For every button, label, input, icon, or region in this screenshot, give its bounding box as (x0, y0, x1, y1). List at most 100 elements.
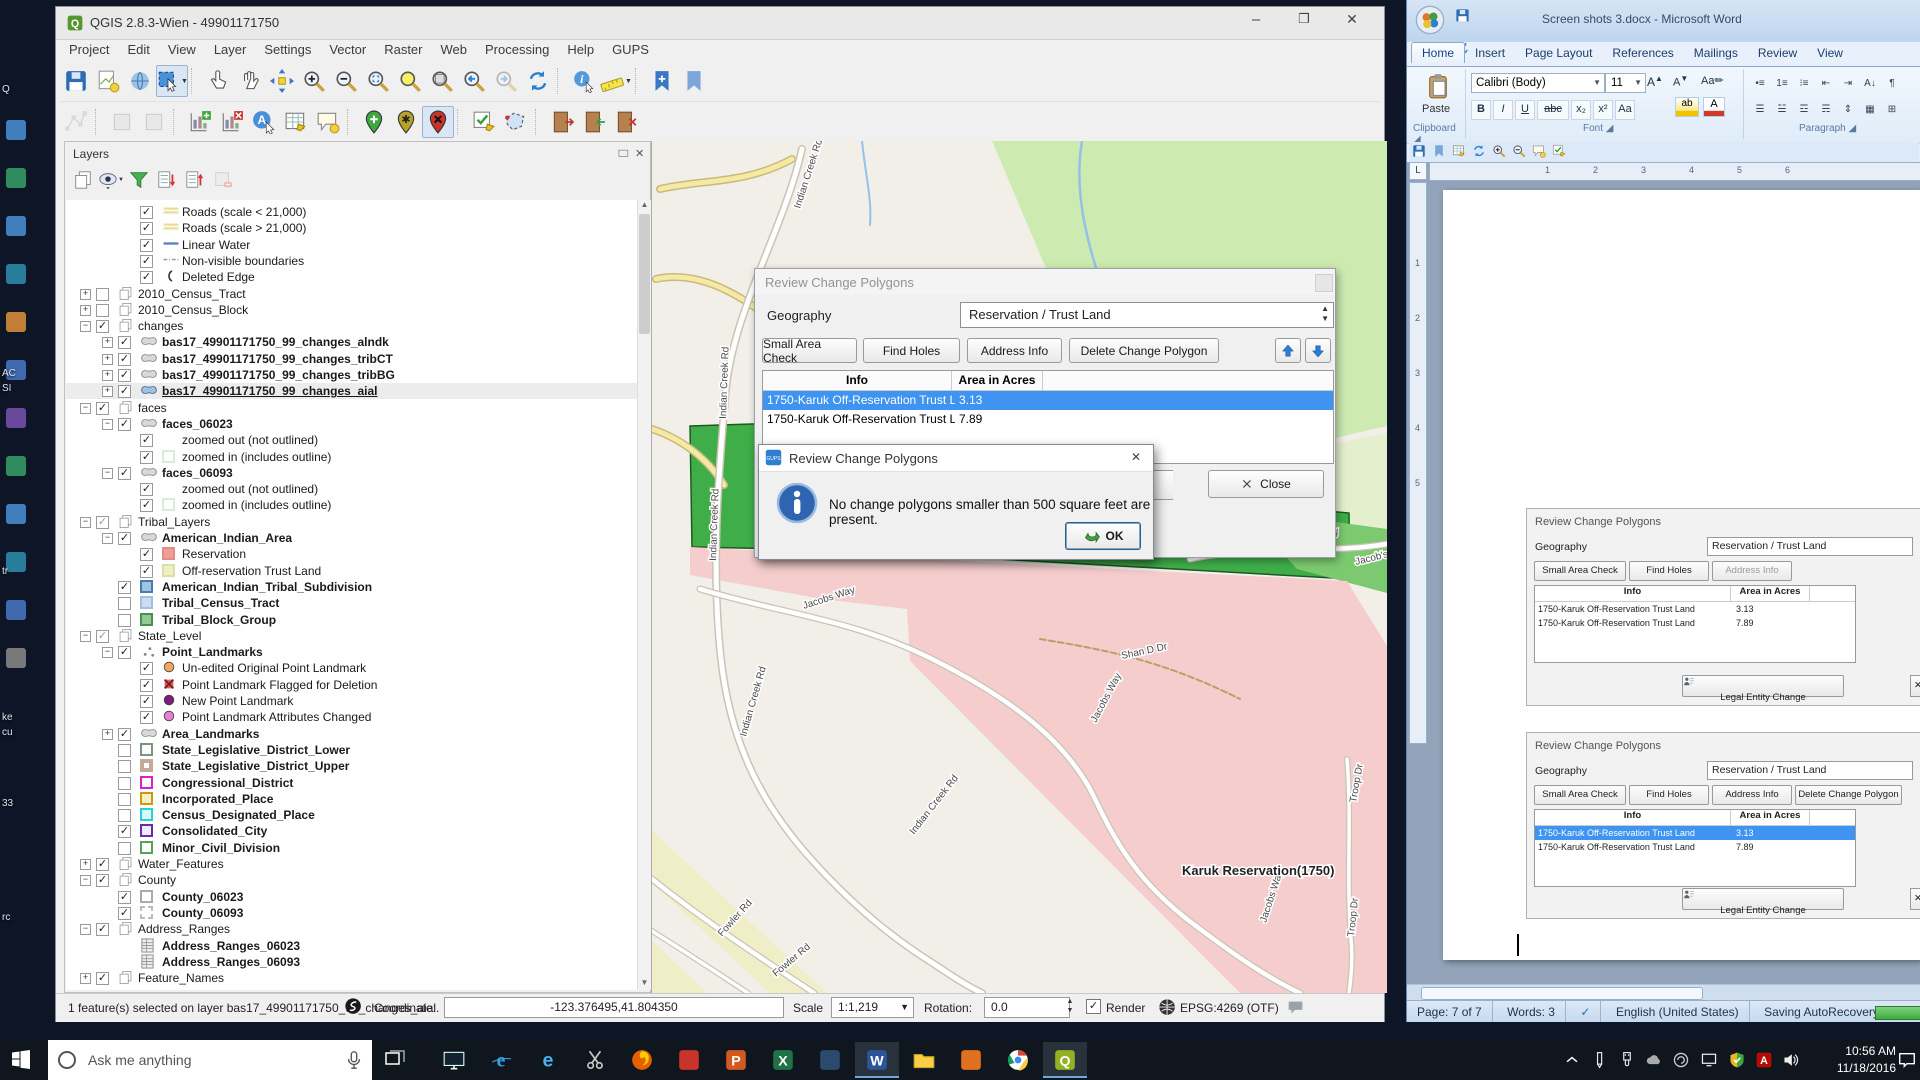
layer-label[interactable]: changes (138, 319, 183, 333)
taskbar-app-app-dark[interactable] (808, 1042, 852, 1078)
scale-select[interactable]: 1:1,219▼ (831, 997, 914, 1018)
layer-visibility-checkbox[interactable]: ✓ (140, 499, 153, 512)
dropdown-caret-icon[interactable]: ▼ (118, 177, 124, 183)
dropdown-caret-icon[interactable]: ▼ (181, 78, 188, 85)
geography-select[interactable]: Reservation / Trust Land ▲▼ (960, 302, 1334, 328)
layer-visibility-checkbox[interactable] (118, 809, 131, 822)
layer-visibility-checkbox[interactable]: ✓ (118, 581, 131, 594)
taskbar-clock[interactable]: 10:56 AM 11/18/2016 (1818, 1043, 1896, 1077)
find-holes-button[interactable]: Find Holes (863, 338, 960, 363)
bookmark-show-button[interactable] (678, 65, 710, 97)
font-format-5-button[interactable]: x² (1593, 100, 1613, 120)
layer-visibility-checkbox[interactable]: ✓ (140, 271, 153, 284)
layer-label[interactable]: Point Landmark Attributes Changed (182, 710, 371, 724)
paragraph-tool-3-button[interactable]: ⇤ (1815, 74, 1837, 94)
layer-row[interactable]: Census_Designated_Place (66, 807, 637, 823)
shrink-font-button[interactable]: A▼ (1673, 74, 1688, 89)
layer-label[interactable]: 2010_Census_Block (138, 303, 248, 317)
label-a-button[interactable]: A (248, 106, 280, 138)
layer-row[interactable]: ✓zoomed in (includes outline) (66, 497, 637, 513)
word-titlebar[interactable]: Screen shots 3.docx - Microsoft Word (1407, 0, 1920, 42)
layer-row[interactable]: ✓Un-edited Original Point Landmark (66, 660, 637, 676)
taskbar-app-app-red[interactable] (667, 1042, 711, 1078)
layer-visibility-checkbox[interactable] (96, 304, 109, 317)
layer-label[interactable]: Linear Water (182, 238, 250, 252)
zoom-in-button[interactable] (298, 65, 330, 97)
rotation-input[interactable]: 0.0 (984, 997, 1070, 1018)
layer-row[interactable]: Incorporated_Place (66, 791, 637, 807)
zoom-last-button[interactable] (458, 65, 490, 97)
tray-usb-icon[interactable] (1615, 1048, 1639, 1072)
layer-label[interactable]: bas17_49901171750_99_changes_alndk (162, 335, 389, 349)
layer-visibility-checkbox[interactable]: ✓ (118, 418, 131, 431)
layer-row[interactable]: +✓bas17_49901171750_99_changes_aial (66, 383, 637, 399)
paragraph-tool-5-button[interactable]: A↓ (1859, 74, 1881, 94)
tray-adobe-icon[interactable]: A (1752, 1048, 1776, 1072)
font-format-2-button[interactable]: U (1515, 100, 1535, 120)
tab-references[interactable]: References (1602, 43, 1683, 63)
layer-label[interactable]: Roads (scale > 21,000) (182, 221, 306, 235)
layer-label[interactable]: Tribal_Layers (138, 515, 210, 529)
tree-expander-icon[interactable]: + (102, 354, 113, 365)
zoom-out-button[interactable] (330, 65, 362, 97)
taskbar-app-edge[interactable]: e (526, 1042, 570, 1078)
font-color-button[interactable]: A (1703, 97, 1725, 117)
panel-close-icon[interactable]: ✕ (635, 147, 644, 160)
log-messages-icon[interactable] (1286, 998, 1306, 1018)
paragraph-tool-1-button[interactable]: 1≡ (1771, 74, 1793, 94)
layer-row[interactable]: ✓Reservation (66, 546, 637, 562)
taskbar-app-firefox[interactable] (620, 1042, 664, 1078)
layer-row[interactable]: State_Legislative_District_Lower (66, 742, 637, 758)
layer-visibility-checkbox[interactable]: ✓ (118, 369, 131, 382)
layer-visibility-checkbox[interactable]: ✓ (140, 239, 153, 252)
layer-label[interactable]: Tribal_Census_Tract (162, 596, 279, 610)
mini-toolbar-zoom-out-icon[interactable] (1512, 144, 1526, 158)
layer-row[interactable]: −✓faces (66, 400, 637, 416)
coordinate-input[interactable]: -123.376495,41.804350 (444, 997, 784, 1018)
layer-label[interactable]: bas17_49901171750_99_changes_aial (162, 384, 378, 398)
tree-expander-icon[interactable]: − (102, 468, 113, 479)
layer-row[interactable]: ✓Roads (scale < 21,000) (66, 204, 637, 220)
tree-expander-icon[interactable]: − (102, 419, 113, 430)
tab-mailings[interactable]: Mailings (1684, 43, 1748, 63)
layer-row[interactable]: ✓New Point Landmark (66, 693, 637, 709)
horizontal-ruler[interactable]: 123456 (1429, 162, 1920, 181)
layer-label[interactable]: American_Indian_Area (162, 531, 292, 545)
tab-stop-selector[interactable]: L (1409, 162, 1427, 180)
minimize-button[interactable]: – (1234, 11, 1278, 35)
layer-visibility-checkbox[interactable]: ✓ (96, 923, 109, 936)
layer-visibility-checkbox[interactable] (118, 842, 131, 855)
layer-label[interactable]: Consolidated_City (162, 824, 267, 838)
layer-row[interactable]: ✓ Linear Water (66, 237, 637, 253)
layer-row[interactable]: Minor_Civil_Division (66, 840, 637, 856)
qat-save-icon[interactable] (1455, 8, 1470, 23)
layer-label[interactable]: County_06093 (162, 906, 243, 920)
desktop-shortcut[interactable] (6, 552, 26, 572)
tray-shield-check-icon[interactable] (1725, 1048, 1749, 1072)
paragraph-tool-2-button[interactable]: ⁝≡ (1793, 74, 1815, 94)
layer-visibility-checkbox[interactable]: ✓ (118, 825, 131, 838)
layer-row[interactable]: ✓American_Indian_Tribal_Subdivision (66, 579, 637, 595)
menu-processing[interactable]: Processing (476, 39, 558, 60)
mini-toolbar-zoom-in-icon[interactable] (1492, 144, 1506, 158)
table-row[interactable]: 1750-Karuk Off-Reservation Trust Land3.1… (763, 391, 1333, 410)
paragraph-align-0-button[interactable]: ☰ (1749, 100, 1771, 120)
layer-row[interactable]: ✓County_06093 (66, 905, 637, 921)
check-edits-button[interactable] (468, 106, 500, 138)
layer-row[interactable]: −✓Tribal_Layers (66, 514, 637, 530)
highlight-button[interactable]: ab (1675, 97, 1699, 117)
layer-label[interactable]: faces_06093 (162, 466, 233, 480)
layer-visibility-checkbox[interactable]: ✓ (140, 548, 153, 561)
layer-row[interactable]: +✓Feature_Names (66, 970, 637, 986)
tree-expander-icon[interactable]: − (102, 647, 113, 658)
vertical-ruler[interactable]: 12345 (1409, 182, 1427, 744)
mini-toolbar-refresh-icon[interactable] (1472, 144, 1486, 158)
taskbar-app-app-orange[interactable]: P (714, 1042, 758, 1078)
layer-visibility-checkbox[interactable]: ✓ (118, 467, 131, 480)
expand-all-button[interactable] (153, 166, 181, 194)
font-format-1-button[interactable]: I (1493, 100, 1513, 120)
layer-row[interactable]: ✓ Consolidated_City (66, 823, 637, 839)
tree-expander-icon[interactable]: − (80, 924, 91, 935)
door-out-button[interactable] (578, 106, 610, 138)
layer-visibility-checkbox[interactable] (118, 777, 131, 790)
